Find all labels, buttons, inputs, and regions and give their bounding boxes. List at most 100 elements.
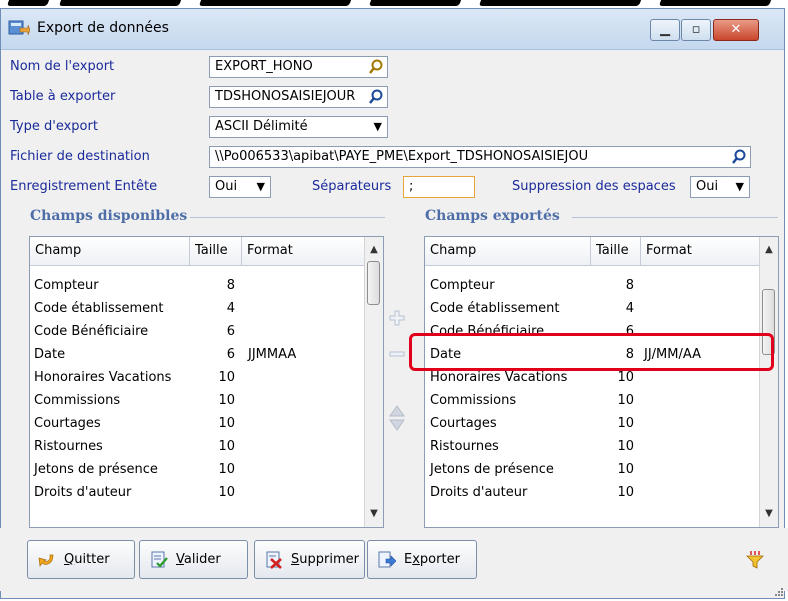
header-record-value: Oui xyxy=(215,179,238,194)
quit-arrow-icon xyxy=(38,554,54,567)
search-icon[interactable] xyxy=(368,58,384,76)
minimize-button[interactable]: ▁ xyxy=(650,19,680,41)
quit-button[interactable]: Quitter xyxy=(27,540,135,579)
cell-taille: 4 xyxy=(625,301,634,316)
table-row[interactable]: Droits d'auteur 10 xyxy=(30,481,365,504)
column-header-champ[interactable]: Champ xyxy=(425,237,591,265)
table-row[interactable]: Code établissement 4 xyxy=(30,297,365,320)
maximize-icon: ▫ xyxy=(691,22,701,37)
table-row[interactable]: Commissions 10 xyxy=(425,389,760,412)
scroll-down-icon[interactable]: ▼ xyxy=(365,505,383,523)
cell-taille: 10 xyxy=(218,370,235,385)
trim-spaces-value: Oui xyxy=(696,179,719,194)
cell-taille: 8 xyxy=(625,278,634,293)
column-header-format[interactable]: Format xyxy=(242,237,367,265)
window-title: Export de données xyxy=(37,20,169,36)
search-icon[interactable] xyxy=(731,148,747,166)
separators-label: Séparateurs xyxy=(312,179,392,194)
scroll-up-icon[interactable]: ▲ xyxy=(760,241,778,259)
scroll-down-icon[interactable]: ▼ xyxy=(760,505,778,523)
grid-header: Champ Taille Format xyxy=(30,237,365,266)
table-row[interactable]: Courtages 10 xyxy=(425,412,760,435)
export-app-icon xyxy=(8,20,30,36)
cell-taille: 6 xyxy=(226,324,235,339)
scroll-thumb[interactable] xyxy=(367,261,380,305)
delete-button[interactable]: Supprimer xyxy=(254,540,365,579)
cell-champ: Commissions xyxy=(34,393,121,408)
table-row[interactable]: Courtages 10 xyxy=(30,412,365,435)
export-button[interactable]: Exporter xyxy=(367,540,477,579)
table-value: TDSHONOSAISIEJOUR xyxy=(215,89,356,104)
table-row[interactable]: Droits d'auteur 10 xyxy=(425,481,760,504)
cell-taille: 10 xyxy=(617,485,634,500)
quit-label: uitter xyxy=(74,552,110,567)
table-row[interactable]: Code établissement 4 xyxy=(425,297,760,320)
cell-taille: 10 xyxy=(617,462,634,477)
table-row[interactable]: Compteur 8 xyxy=(425,274,760,297)
table-row[interactable]: Honoraires Vacations 10 xyxy=(30,366,365,389)
cell-taille: 10 xyxy=(218,485,235,500)
cell-taille: 10 xyxy=(617,393,634,408)
cell-taille: 10 xyxy=(218,439,235,454)
resize-grip-icon[interactable] xyxy=(774,587,784,597)
header-record-select[interactable]: Oui ▼ xyxy=(209,176,271,198)
table-field[interactable]: TDSHONOSAISIEJOUR xyxy=(209,86,388,108)
table-row[interactable]: Jetons de présence 10 xyxy=(425,458,760,481)
table-row[interactable]: Ristournes 10 xyxy=(30,435,365,458)
exported-fields-grid[interactable]: Champ Taille Format Compteur 8 Code établi… xyxy=(424,236,779,528)
close-button[interactable]: ✕ xyxy=(713,19,759,41)
trim-spaces-select[interactable]: Oui ▼ xyxy=(690,176,750,198)
cropped-text-strip xyxy=(0,0,788,8)
chevron-down-icon: ▼ xyxy=(256,180,265,193)
export-name-value: EXPORT_HONO xyxy=(215,59,313,74)
destination-file-field[interactable]: \\Po006533\apibat\PAYE_PME\Export_TDSHON… xyxy=(209,146,751,168)
cell-taille: 10 xyxy=(218,462,235,477)
search-icon[interactable] xyxy=(368,88,384,106)
export-type-value: ASCII Délimité xyxy=(215,119,308,134)
export-label: porter xyxy=(419,552,460,567)
table-row[interactable]: Date 6 JJMMAA xyxy=(30,343,365,366)
export-type-select[interactable]: ASCII Délimité ▼ xyxy=(209,116,388,138)
vertical-scrollbar[interactable]: ▲ ▼ xyxy=(759,237,778,527)
table-row[interactable]: Code Bénéficiaire 6 xyxy=(30,320,365,343)
highlight-annotation xyxy=(409,333,774,371)
separators-value: ; xyxy=(409,179,414,194)
arrow-down-icon[interactable] xyxy=(389,417,405,433)
column-header-format[interactable]: Format xyxy=(641,237,762,265)
column-header-champ[interactable]: Champ xyxy=(30,237,190,265)
cell-champ: Courtages xyxy=(430,416,497,431)
destination-file-label: Fichier de destination xyxy=(10,149,150,164)
validate-button[interactable]: Valider xyxy=(139,540,248,579)
available-fields-title: Champs disponibles xyxy=(30,208,188,224)
column-header-taille[interactable]: Taille xyxy=(190,237,242,265)
cell-champ: Courtages xyxy=(34,416,101,431)
cell-taille: 6 xyxy=(226,347,235,362)
grid-header: Champ Taille Format xyxy=(425,237,760,266)
cell-champ: Compteur xyxy=(34,278,99,293)
table-row[interactable]: Jetons de présence 10 xyxy=(30,458,365,481)
quit-mnemonic: Q xyxy=(64,552,75,567)
minus-icon[interactable] xyxy=(389,346,405,362)
cell-taille: 10 xyxy=(218,416,235,431)
section-divider xyxy=(572,217,778,218)
table-label: Table à exporter xyxy=(10,89,116,104)
cell-champ: Compteur xyxy=(430,278,495,293)
title-bar: Export de données ▁ ▫ ✕ xyxy=(1,9,784,50)
chevron-down-icon: ▼ xyxy=(373,120,382,133)
plus-icon[interactable] xyxy=(389,310,405,326)
filter-icon[interactable] xyxy=(745,551,765,569)
export-mnemonic: x xyxy=(412,552,420,567)
separators-field[interactable]: ; xyxy=(403,176,475,198)
table-row[interactable]: Ristournes 10 xyxy=(425,435,760,458)
scroll-up-icon[interactable]: ▲ xyxy=(365,241,383,259)
table-row[interactable]: Commissions 10 xyxy=(30,389,365,412)
minimize-icon: ▁ xyxy=(660,22,670,37)
column-header-taille[interactable]: Taille xyxy=(591,237,641,265)
validate-icon xyxy=(151,551,168,568)
export-name-field[interactable]: EXPORT_HONO xyxy=(209,56,388,78)
vertical-scrollbar[interactable]: ▲ ▼ xyxy=(364,237,383,527)
available-fields-grid[interactable]: Champ Taille Format Compteur 8 Code établi… xyxy=(29,236,384,528)
cell-champ: Droits d'auteur xyxy=(34,485,132,500)
table-row[interactable]: Compteur 8 xyxy=(30,274,365,297)
maximize-button[interactable]: ▫ xyxy=(681,19,711,41)
